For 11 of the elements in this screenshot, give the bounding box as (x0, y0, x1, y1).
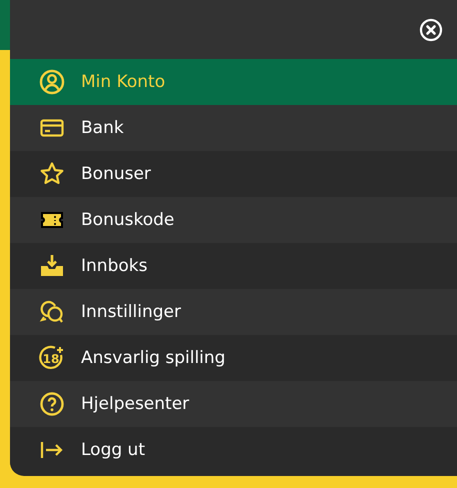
user-icon (39, 69, 65, 95)
chat-icon (39, 299, 65, 325)
star-icon (39, 161, 65, 187)
help-icon (39, 391, 65, 417)
menu-item[interactable]: Innstillinger (10, 289, 457, 335)
menu-item[interactable]: Hjelpesenter (10, 381, 457, 427)
inbox-icon (39, 253, 65, 279)
close-icon[interactable] (419, 18, 443, 42)
menu-item[interactable]: Bank (10, 105, 457, 151)
menu-item[interactable]: Min Konto (10, 59, 457, 105)
menu-item[interactable]: Bonuskode (10, 197, 457, 243)
